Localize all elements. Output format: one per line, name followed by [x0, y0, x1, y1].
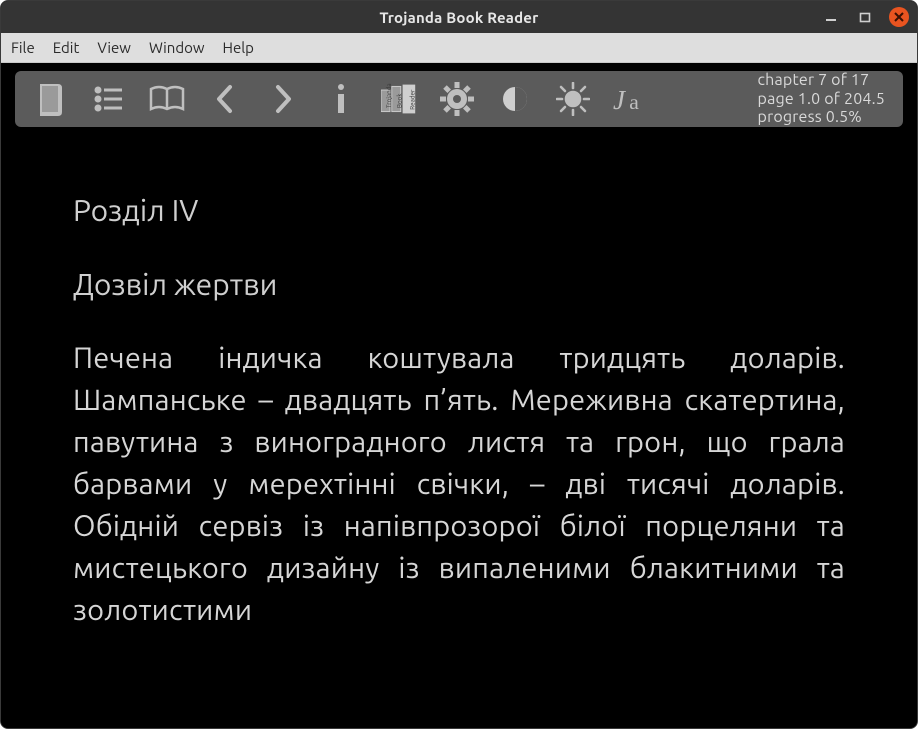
svg-text:Book: Book — [397, 93, 404, 108]
prev-page-button[interactable] — [207, 81, 243, 117]
brightness-icon — [556, 82, 590, 116]
window-controls — [821, 1, 909, 33]
settings-button[interactable] — [439, 81, 475, 117]
menu-window[interactable]: Window — [149, 39, 205, 56]
toolbar-wrap: Trojanda Book Reader — [1, 63, 917, 137]
app-logo-icon: Trojanda Book Reader — [381, 83, 417, 115]
brightness-button[interactable] — [555, 81, 591, 117]
toc-list-icon — [94, 86, 124, 112]
chapter-title: Розділ IV — [73, 193, 845, 227]
menu-file[interactable]: File — [11, 39, 35, 56]
titlebar: Trojanda Book Reader — [1, 1, 917, 33]
svg-text:Trojanda: Trojanda — [386, 83, 393, 108]
close-icon — [893, 11, 905, 23]
contrast-icon — [501, 85, 529, 113]
two-page-icon — [149, 85, 185, 113]
open-book-button[interactable] — [33, 81, 69, 117]
typography-button[interactable]: J a — [613, 81, 649, 117]
typography-icon: J a — [613, 82, 649, 116]
toolbar: Trojanda Book Reader — [15, 71, 903, 127]
app-logo-button[interactable]: Trojanda Book Reader — [381, 81, 417, 117]
menu-view[interactable]: View — [97, 39, 131, 56]
maximize-button[interactable] — [855, 7, 875, 27]
status-progress: progress 0.5% — [758, 108, 885, 126]
status-page: page 1.0 of 204.5 — [758, 90, 885, 108]
maximize-icon — [859, 11, 871, 23]
toc-button[interactable] — [91, 81, 127, 117]
contrast-button[interactable] — [497, 81, 533, 117]
body-paragraph: Печена індичка коштувала тридцять доларі… — [73, 337, 845, 631]
open-book-icon — [36, 82, 66, 116]
reader-content[interactable]: Розділ IV Дозвіл жертви Печена індичка к… — [1, 137, 917, 728]
menu-help[interactable]: Help — [223, 39, 254, 56]
minimize-icon — [825, 11, 837, 23]
menubar: File Edit View Window Help — [1, 33, 917, 63]
svg-text:a: a — [629, 90, 639, 114]
menu-edit[interactable]: Edit — [53, 39, 80, 56]
window-title: Trojanda Book Reader — [1, 9, 917, 26]
gear-icon — [440, 82, 474, 116]
svg-text:Reader: Reader — [409, 89, 416, 110]
chevron-left-icon — [214, 84, 236, 114]
next-page-button[interactable] — [265, 81, 301, 117]
app-window: Trojanda Book Reader File Edit View Wind… — [0, 0, 918, 729]
reading-status: chapter 7 of 17 page 1.0 of 204.5 progre… — [758, 71, 885, 126]
chapter-subtitle: Дозвіл жертви — [73, 267, 845, 301]
svg-text:J: J — [613, 85, 627, 115]
status-chapter: chapter 7 of 17 — [758, 71, 885, 89]
minimize-button[interactable] — [821, 7, 841, 27]
info-button[interactable] — [323, 81, 359, 117]
info-icon — [335, 83, 347, 115]
chevron-right-icon — [272, 84, 294, 114]
two-page-button[interactable] — [149, 81, 185, 117]
close-button[interactable] — [889, 7, 909, 27]
